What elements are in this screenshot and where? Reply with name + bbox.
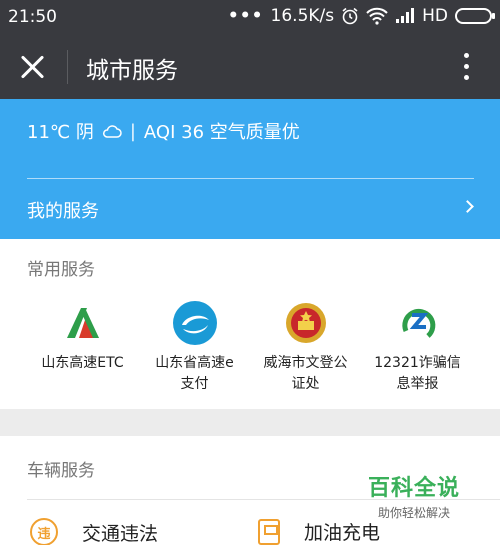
weather-temperature: 11℃ 阴 <box>27 122 94 143</box>
service-label: 山东省高速e <box>155 355 234 371</box>
city-header: 11℃ 阴 | AQI 36 空气质量优 我的服务 <box>0 99 500 239</box>
fuel-charging-item[interactable]: 加油充电 <box>258 518 380 545</box>
service-shandong-e-pay[interactable]: 山东省高速e 支付 <box>132 301 257 395</box>
alarm-icon <box>342 7 358 25</box>
fuel-charging-label: 加油充电 <box>304 522 381 544</box>
service-shandong-etc[interactable]: 山东高速ETC <box>20 301 145 374</box>
weather-info[interactable]: 11℃ 阴 | AQI 36 空气质量优 <box>27 118 300 144</box>
status-time: 21:50 <box>8 7 57 27</box>
watermark: 百科全说 助你轻松解决 <box>368 470 460 521</box>
header-divider <box>27 178 474 179</box>
cloud-icon <box>102 125 122 138</box>
service-label-line2: 证处 <box>291 376 320 392</box>
battery-icon <box>455 8 495 24</box>
12321-logo-icon <box>396 301 440 345</box>
more-options-button[interactable] <box>462 50 470 84</box>
fuel-pump-icon <box>258 518 280 545</box>
service-wendeng-notary[interactable]: 威海市文登公 证处 <box>243 301 368 395</box>
weather-separator: | <box>129 120 136 142</box>
e-pay-logo-icon <box>172 301 217 345</box>
section-title-common: 常用服务 <box>27 260 95 280</box>
title-divider <box>67 50 68 84</box>
title-bar: 城市服务 <box>0 34 500 99</box>
etc-logo-icon <box>61 301 105 345</box>
air-quality: AQI 36 空气质量优 <box>143 122 300 143</box>
service-label-line2: 支付 <box>180 376 209 392</box>
page-title: 城市服务 <box>86 58 178 84</box>
service-label: 山东高速ETC <box>41 355 124 371</box>
service-label: 12321诈骗信 <box>374 355 461 371</box>
notification-dots-icon: ••• <box>227 6 264 26</box>
common-services-card: 常用服务 山东高速ETC 山东省高速e 支付 威海市文登公 证处 12321诈骗… <box>0 239 500 409</box>
traffic-violation-item[interactable]: 违 交通违法 <box>30 518 158 545</box>
close-button[interactable] <box>16 50 50 84</box>
violation-icon: 违 <box>30 518 58 545</box>
service-label-line2: 息举报 <box>396 376 439 392</box>
watermark-subtitle: 助你轻松解决 <box>377 506 450 520</box>
section-title-vehicle: 车辆服务 <box>27 461 95 481</box>
service-label: 威海市文登公 <box>263 355 348 371</box>
wifi-icon <box>366 7 388 25</box>
watermark-title: 百科全说 <box>367 476 460 501</box>
network-speed: 16.5K/s <box>270 6 335 26</box>
national-emblem-icon <box>284 301 328 345</box>
signal-icon <box>396 8 415 23</box>
status-bar: 21:50 ••• 16.5K/s HD <box>0 0 500 34</box>
traffic-violation-label: 交通违法 <box>82 522 159 545</box>
service-12321-fraud-report[interactable]: 12321诈骗信 息举报 <box>355 301 480 395</box>
my-services-label: 我的服务 <box>27 201 99 222</box>
network-type: HD <box>422 6 448 26</box>
